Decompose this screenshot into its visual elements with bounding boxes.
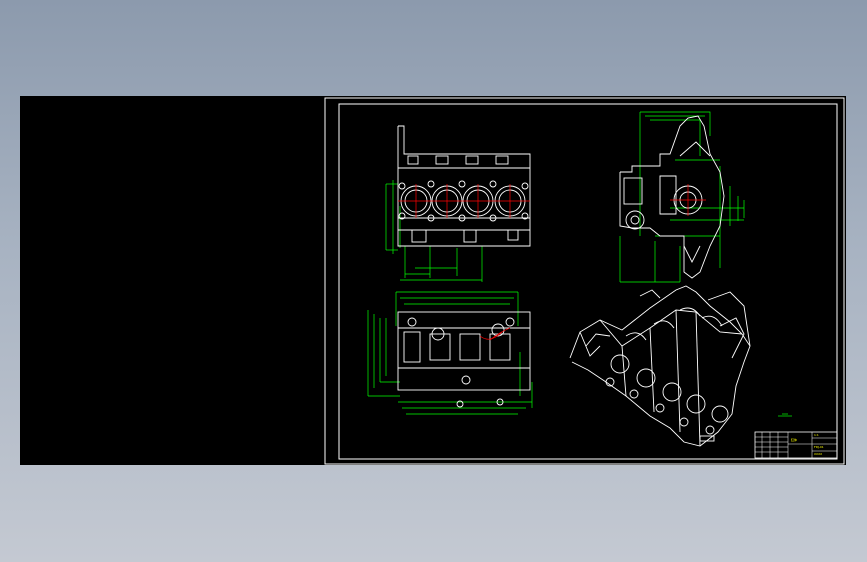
engine-block-drawing: 缸体 FDJ-01 1:1 XXXX bbox=[324, 97, 845, 465]
rev-note bbox=[778, 413, 792, 417]
scale-text: 1:1 bbox=[814, 433, 819, 437]
company-text: XXXX bbox=[814, 452, 822, 456]
front-view bbox=[385, 125, 531, 282]
cad-viewport[interactable]: 缸体 FDJ-01 1:1 XXXX bbox=[20, 96, 846, 465]
top-view bbox=[367, 291, 533, 415]
title-block: 缸体 FDJ-01 1:1 XXXX bbox=[754, 431, 838, 459]
part-name-text: 缸体 bbox=[791, 437, 797, 442]
sheet-border-inner bbox=[338, 103, 838, 460]
sheet-border-outer bbox=[324, 97, 845, 465]
side-view bbox=[619, 111, 745, 283]
drawing-no-text: FDJ-01 bbox=[814, 445, 824, 449]
isometric-view bbox=[569, 285, 751, 447]
